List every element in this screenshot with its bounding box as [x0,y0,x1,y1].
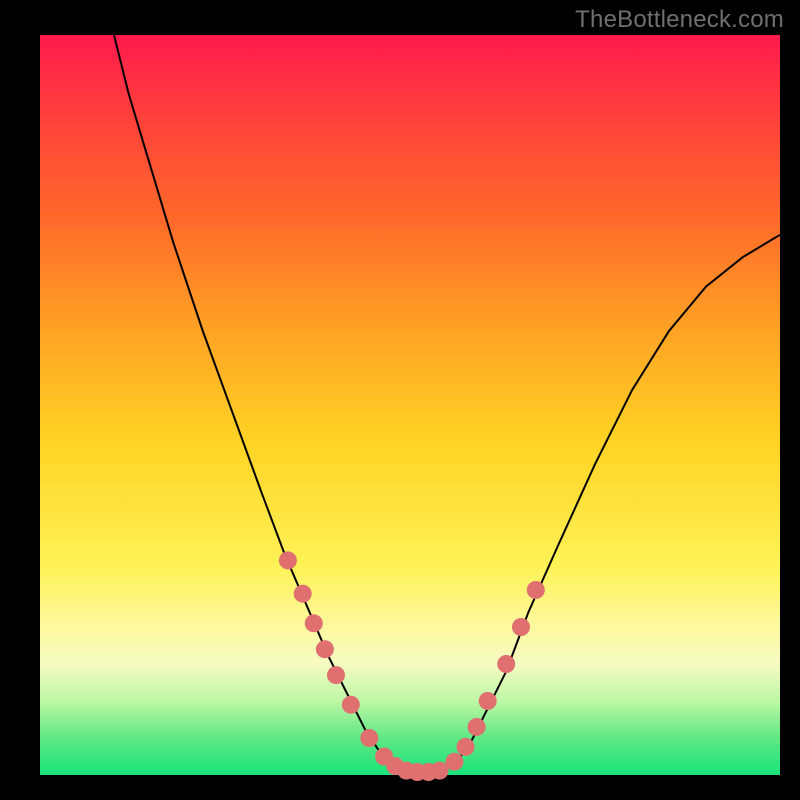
curve-marker [316,640,334,658]
curve-marker [279,551,297,569]
curve-marker [468,718,486,736]
curve-marker [305,614,323,632]
watermark-text: TheBottleneck.com [575,6,784,34]
chart-overlay [40,35,780,775]
curve-marker [342,696,360,714]
curve-marker [360,729,378,747]
curve-markers [279,551,545,781]
curve-marker [512,618,530,636]
curve-marker [445,753,463,771]
curve-marker [294,585,312,603]
bottleneck-curve [114,35,780,773]
curve-marker [497,655,515,673]
curve-marker [479,692,497,710]
chart-frame: TheBottleneck.com [0,0,800,800]
curve-marker [457,738,475,756]
curve-marker [527,581,545,599]
curve-marker [327,666,345,684]
